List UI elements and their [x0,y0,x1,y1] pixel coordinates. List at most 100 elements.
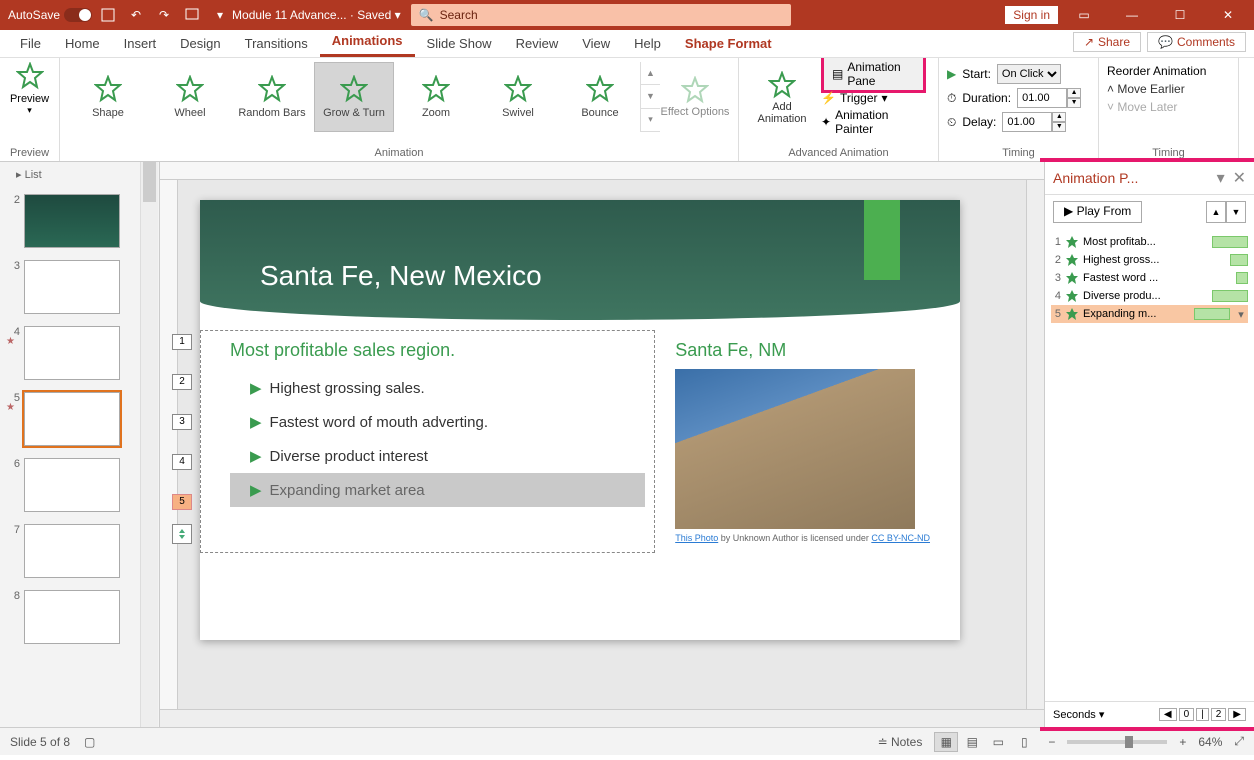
tab-file[interactable]: File [8,30,53,57]
start-play-icon: ▶ [947,67,956,81]
tab-home[interactable]: Home [53,30,112,57]
comments-button[interactable]: 💬 Comments [1147,32,1246,52]
slideshow-view-icon[interactable]: ▯ [1012,732,1036,752]
anim-tag-2[interactable]: 2 [172,374,192,390]
ruler-vertical [160,180,178,709]
move-up-icon[interactable]: ▲ [1206,201,1226,223]
pane-close-icon[interactable]: ✕ [1233,168,1246,188]
anim-tag-1[interactable]: 1 [172,334,192,350]
photo-link[interactable]: This Photo [675,533,718,543]
delay-spinner[interactable]: ▲▼ [1002,112,1066,132]
maximize-icon[interactable]: ☐ [1158,0,1202,30]
undo-icon[interactable]: ↶ [124,3,148,27]
move-earlier-button[interactable]: ˄ Move Earlier [1107,80,1230,98]
preview-button[interactable]: Preview ▾ [10,62,49,116]
slide-thumb-3[interactable]: 3 [6,260,134,314]
tab-help[interactable]: Help [622,30,673,57]
tab-slideshow[interactable]: Slide Show [415,30,504,57]
slide-sorter-icon[interactable]: ▤ [960,732,984,752]
duration-spinner[interactable]: ▲▼ [1017,88,1081,108]
slide-thumb-6[interactable]: 6 [6,458,134,512]
tab-transitions[interactable]: Transitions [233,30,320,57]
slide-counter: Slide 5 of 8 [10,735,70,749]
effect-grow-turn[interactable]: Grow & Turn [314,62,394,132]
zoom-in-icon[interactable]: + [1179,735,1186,749]
slide-thumb-4[interactable]: 4★ [6,326,134,380]
star-icon [504,75,532,103]
zoom-slider[interactable] [1067,740,1167,744]
anim-item-menu-icon[interactable]: ▾ [1234,308,1248,321]
anim-item-1[interactable]: 1Most profitab... [1051,233,1248,251]
effect-swivel[interactable]: Swivel [478,62,558,132]
license-link[interactable]: CC BY-NC-ND [871,533,930,543]
advanced-animation-group-label: Advanced Animation [747,145,930,161]
add-animation-button[interactable]: Add Animation [747,62,817,134]
gallery-down-icon[interactable]: ▼ [641,85,660,108]
animation-pane-button[interactable]: ▤ Animation Pane [821,55,926,93]
thumbnail-scrollbar[interactable] [140,162,158,727]
move-later-button: ˅ Move Later [1107,98,1230,116]
accessibility-icon[interactable]: ▢ [84,735,95,749]
entrance-star-icon [1065,289,1079,303]
anim-tag-5[interactable]: 5 [172,494,192,510]
slide-thumb-7[interactable]: 7 [6,524,134,578]
gallery-more-icon[interactable]: ▾ [641,109,660,132]
play-from-button[interactable]: ▶ Play From [1053,201,1142,223]
content-textbox[interactable]: 1 2 3 4 5 Most profitable sales region. … [230,340,645,543]
sign-in-button[interactable]: Sign in [1005,6,1058,24]
range-left-icon[interactable]: ◀ [1159,708,1177,721]
reorder-handle-icon[interactable] [172,524,192,544]
close-icon[interactable]: ✕ [1206,0,1250,30]
anim-tag-4[interactable]: 4 [172,454,192,470]
seconds-dropdown[interactable]: Seconds ▾ [1053,708,1104,721]
reading-view-icon[interactable]: ▭ [986,732,1010,752]
save-icon[interactable] [96,3,120,27]
tab-view[interactable]: View [570,30,622,57]
ribbon-display-icon[interactable]: ▭ [1062,0,1106,30]
anim-item-3[interactable]: 3Fastest word ... [1051,269,1248,287]
tab-design[interactable]: Design [168,30,232,57]
timing-group-label2: Timing [1107,145,1230,161]
slide-thumb-2[interactable]: 2 [6,194,134,248]
star-icon [258,75,286,103]
effect-shape[interactable]: Shape [68,62,148,132]
editor-scrollbar-vertical[interactable] [1026,180,1044,709]
anim-item-2[interactable]: 2Highest gross... [1051,251,1248,269]
tab-shape-format[interactable]: Shape Format [673,30,784,57]
range-right-icon[interactable]: ▶ [1228,708,1246,721]
anim-tag-3[interactable]: 3 [172,414,192,430]
effect-wheel[interactable]: Wheel [150,62,230,132]
animation-painter-button[interactable]: ✦ Animation Painter [817,110,930,134]
pane-menu-icon[interactable]: ▾ [1217,168,1225,188]
tab-review[interactable]: Review [504,30,571,57]
anim-item-5[interactable]: 5Expanding m...▾ [1051,305,1248,323]
move-down-icon[interactable]: ▼ [1226,201,1246,223]
qat-more-icon[interactable]: ▾ [208,3,232,27]
editor-scrollbar-horizontal[interactable] [160,709,1044,727]
start-from-beginning-icon[interactable] [180,3,204,27]
start-label: Start: [962,67,991,81]
minimize-icon[interactable]: — [1110,0,1154,30]
fit-to-window-icon[interactable]: ⤢ [1234,734,1244,749]
tab-insert[interactable]: Insert [112,30,169,57]
redo-icon[interactable]: ↷ [152,3,176,27]
zoom-out-icon[interactable]: − [1048,735,1055,749]
tab-animations[interactable]: Animations [320,27,415,57]
start-select[interactable]: On Click [997,64,1061,84]
notes-button[interactable]: ≐ Notes [878,735,923,749]
slide-thumb-8[interactable]: 8 [6,590,134,644]
share-button[interactable]: ↗ Share [1073,32,1141,52]
effect-bounce[interactable]: Bounce [560,62,640,132]
autosave-toggle[interactable]: AutoSave [8,8,92,22]
anim-item-4[interactable]: 4Diverse produ... [1051,287,1248,305]
star-icon [340,75,368,103]
slide-canvas[interactable]: Santa Fe, New Mexico 1 2 3 4 5 Most prof… [200,200,960,640]
time-range-stepper[interactable]: ◀ 0 | 2 ▶ [1159,708,1246,721]
gallery-up-icon[interactable]: ▲ [641,62,660,85]
effect-zoom[interactable]: Zoom [396,62,476,132]
slide-thumb-5[interactable]: 5★ [6,392,134,446]
search-input[interactable]: 🔍 Search [411,4,791,26]
zoom-level[interactable]: 64% [1198,735,1222,749]
effect-random-bars[interactable]: Random Bars [232,62,312,132]
normal-view-icon[interactable]: ▦ [934,732,958,752]
